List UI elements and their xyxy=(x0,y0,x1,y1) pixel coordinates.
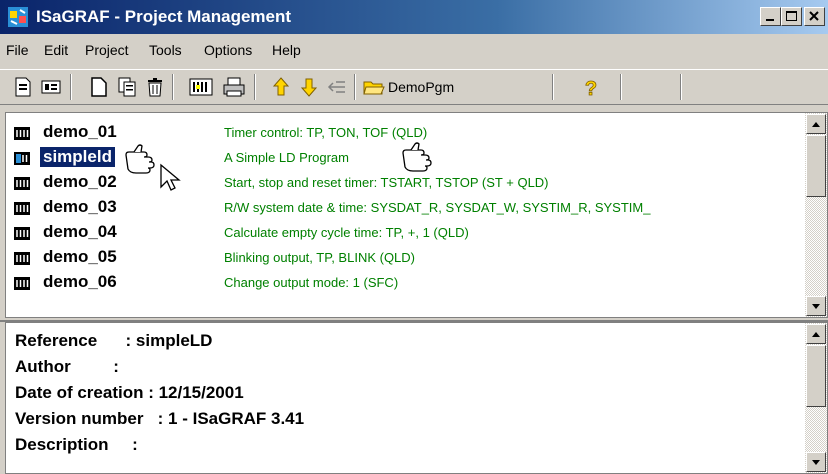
project-row-demo-03[interactable]: demo_03 R/W system date & time: SYSDAT_R… xyxy=(6,196,806,220)
program-icon xyxy=(14,227,30,240)
arrow-up-icon xyxy=(812,332,820,337)
scroll-down-button[interactable] xyxy=(806,452,826,472)
menu-options[interactable]: Options xyxy=(204,42,252,58)
move-down-icon xyxy=(300,78,318,97)
menu-tools[interactable]: Tools xyxy=(149,42,182,58)
print-button[interactable] xyxy=(222,75,246,99)
maximize-button[interactable] xyxy=(781,7,802,26)
project-description: Timer control: TP, TON, TOF (QLD) xyxy=(224,125,428,140)
indent-button[interactable] xyxy=(326,75,348,99)
indent-icon xyxy=(327,81,345,93)
properties-button[interactable] xyxy=(40,75,62,99)
scroll-down-button[interactable] xyxy=(806,296,826,316)
project-row-demo-04[interactable]: demo_04 Calculate empty cycle time: TP, … xyxy=(6,221,806,245)
project-name: demo_05 xyxy=(43,247,117,266)
project-list[interactable]: demo_01 Timer control: TP, TON, TOF (QLD… xyxy=(5,112,828,318)
close-icon xyxy=(809,11,819,21)
program-icon xyxy=(14,202,30,215)
new-document-button[interactable] xyxy=(88,75,110,99)
menu-file[interactable]: File xyxy=(6,42,29,58)
help-icon: ? xyxy=(584,78,597,99)
project-description: Start, stop and reset timer: TSTART, TST… xyxy=(224,175,549,190)
properties-icon xyxy=(41,80,61,94)
pointing-hand-icon xyxy=(402,142,432,172)
project-description: R/W system date & time: SYSDAT_R, SYSDAT… xyxy=(224,200,651,215)
program-icon xyxy=(14,277,30,290)
move-up-icon xyxy=(272,77,290,96)
info-version: Version number : 1 - ISaGRAF 3.41 xyxy=(15,409,305,428)
maximize-icon xyxy=(786,11,797,21)
project-description: A Simple LD Program xyxy=(224,150,349,165)
move-up-button[interactable] xyxy=(270,75,292,99)
info-author: Author : xyxy=(15,357,119,376)
close-button[interactable] xyxy=(804,7,825,26)
menu-edit[interactable]: Edit xyxy=(44,42,68,58)
copy-button[interactable] xyxy=(116,75,138,99)
arrow-down-icon xyxy=(812,304,820,309)
info-reference: Reference : simpleLD xyxy=(15,331,213,350)
scroll-thumb[interactable] xyxy=(806,345,826,407)
open-folder-icon xyxy=(363,81,385,95)
copy-icon xyxy=(118,77,136,97)
project-description: Blinking output, TP, BLINK (QLD) xyxy=(224,250,416,265)
scroll-up-button[interactable] xyxy=(806,324,826,344)
list-scrollbar[interactable] xyxy=(805,113,827,317)
program-icon xyxy=(14,177,30,190)
svg-text:?: ? xyxy=(585,78,597,99)
project-name: demo_06 xyxy=(43,272,117,291)
delete-button[interactable] xyxy=(144,75,166,99)
compile-icon xyxy=(189,78,213,96)
project-row-demo-06[interactable]: demo_06 Change output mode: 1 (SFC) xyxy=(6,271,806,295)
mouse-pointer-icon xyxy=(160,163,181,191)
move-down-button[interactable] xyxy=(298,75,320,99)
pointing-hand-icon xyxy=(125,144,155,174)
info-scrollbar[interactable] xyxy=(805,323,827,473)
project-name-selected: simpleld xyxy=(39,146,116,168)
isagraf-app-icon xyxy=(8,7,28,27)
project-name: demo_03 xyxy=(43,197,117,216)
project-name: demo_01 xyxy=(43,122,117,141)
delete-icon xyxy=(148,78,162,97)
project-row-demo-05[interactable]: demo_05 Blinking output, TP, BLINK (QLD) xyxy=(6,246,806,270)
menu-bar: File Edit Project Tools Options Help xyxy=(0,35,828,66)
compile-button[interactable] xyxy=(188,75,214,99)
new-document-icon xyxy=(91,77,107,97)
menu-project[interactable]: Project xyxy=(85,42,129,58)
project-info-pane: Reference : simpleLD Author : Date of cr… xyxy=(5,322,828,474)
new-project-button[interactable] xyxy=(12,75,34,99)
project-name: demo_04 xyxy=(43,222,117,241)
arrow-down-icon xyxy=(812,460,820,465)
help-button[interactable]: ? xyxy=(580,75,602,99)
project-description: Change output mode: 1 (SFC) xyxy=(224,275,399,290)
new-project-icon xyxy=(15,77,31,97)
info-date: Date of creation : 12/15/2001 xyxy=(15,383,244,402)
program-icon xyxy=(14,127,30,140)
print-icon xyxy=(223,77,245,97)
project-name-label: DemoPgm xyxy=(388,79,455,95)
minimize-icon xyxy=(766,19,774,21)
scroll-up-button[interactable] xyxy=(806,114,826,134)
scroll-thumb[interactable] xyxy=(806,135,826,197)
menu-help[interactable]: Help xyxy=(272,42,301,58)
program-icon xyxy=(14,252,30,265)
minimize-button[interactable] xyxy=(760,7,781,26)
project-description: Calculate empty cycle time: TP, +, 1 (QL… xyxy=(224,225,469,240)
arrow-up-icon xyxy=(812,122,820,127)
window-title: ISaGRAF - Project Management xyxy=(36,7,292,26)
program-icon-selected xyxy=(14,152,30,165)
open-project-button[interactable]: DemoPgm xyxy=(362,75,462,99)
title-bar[interactable]: ISaGRAF - Project Management xyxy=(0,0,828,34)
toolbar: DemoPgm ? xyxy=(0,69,828,105)
project-name: demo_02 xyxy=(43,172,117,191)
info-description: Description : xyxy=(15,435,138,454)
